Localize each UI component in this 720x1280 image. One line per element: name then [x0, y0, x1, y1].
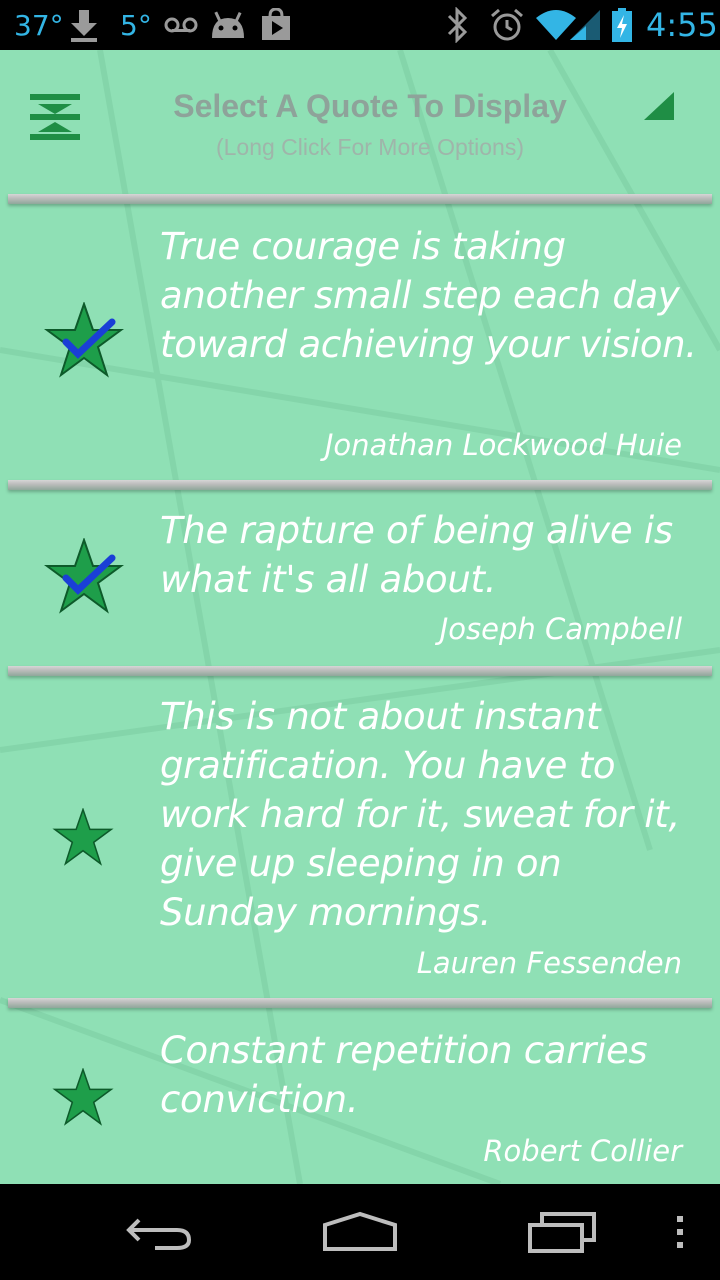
quote-text: True courage is taking another small ste…: [160, 225, 697, 366]
quote-item[interactable]: This is not about instant gratification.…: [0, 676, 720, 998]
home-button[interactable]: [310, 1184, 410, 1280]
overflow-menu-button[interactable]: [660, 1184, 700, 1280]
navigation-bar: [0, 1184, 720, 1280]
overflow-corner-button[interactable]: [642, 90, 676, 122]
recent-apps-icon: [528, 1212, 596, 1253]
app-content: Select A Quote To Display (Long Click Fo…: [0, 50, 720, 1184]
temperature2-text: 5°: [120, 8, 152, 42]
back-button[interactable]: [110, 1184, 210, 1280]
page-subtitle: (Long Click For More Options): [215, 134, 525, 160]
quote-author: Robert Collier: [483, 1134, 682, 1168]
quote-text: The rapture of being alive is what it's …: [160, 509, 673, 601]
quote-text: Constant repetition carries conviction.: [160, 1029, 648, 1121]
quote-item[interactable]: The rapture of being alive is what it's …: [0, 490, 720, 666]
quote-text: This is not about instant gratification.…: [160, 695, 680, 934]
home-icon: [323, 1211, 397, 1251]
bluetooth-icon: [446, 0, 470, 50]
divider: [8, 666, 712, 676]
overflow-dots-icon: [677, 1216, 683, 1248]
star-icon: [52, 1068, 114, 1126]
status-bar: 37° 5° 4:55: [0, 0, 720, 50]
quote-item[interactable]: True courage is taking another small ste…: [0, 204, 720, 480]
page-title: Select A Quote To Display: [173, 88, 567, 124]
back-icon: [126, 1218, 192, 1250]
signal-icon: [566, 0, 602, 50]
menu-button[interactable]: [28, 92, 82, 142]
selected-star-icon: [44, 538, 124, 614]
divider: [8, 480, 712, 490]
play-store-icon: [260, 0, 292, 50]
android-icon: [210, 0, 246, 50]
selected-star-icon: [44, 302, 124, 378]
divider: [8, 998, 712, 1008]
clock-text: 4:55: [646, 6, 718, 44]
temperature-indicator: 37°: [14, 0, 64, 50]
star-icon: [52, 808, 114, 866]
corner-triangle-icon: [644, 92, 674, 120]
quote-item[interactable]: Constant repetition carries conviction. …: [0, 1008, 720, 1184]
quote-author: Lauren Fessenden: [416, 946, 682, 980]
voicemail-icon: [164, 0, 198, 50]
quote-author: Joseph Campbell: [439, 612, 682, 646]
divider: [8, 194, 712, 204]
quote-author: Jonathan Lockwood Huie: [324, 428, 682, 462]
header: Select A Quote To Display (Long Click Fo…: [0, 50, 720, 195]
alarm-icon: [490, 0, 524, 50]
recent-apps-button[interactable]: [512, 1184, 612, 1280]
temperature-text: 37°: [14, 8, 64, 42]
collapse-icon: [30, 94, 80, 140]
temperature2-indicator: 5°: [120, 0, 152, 50]
download-icon: [68, 0, 100, 50]
clock: 4:55: [646, 0, 718, 50]
battery-charging-icon: [610, 0, 634, 50]
